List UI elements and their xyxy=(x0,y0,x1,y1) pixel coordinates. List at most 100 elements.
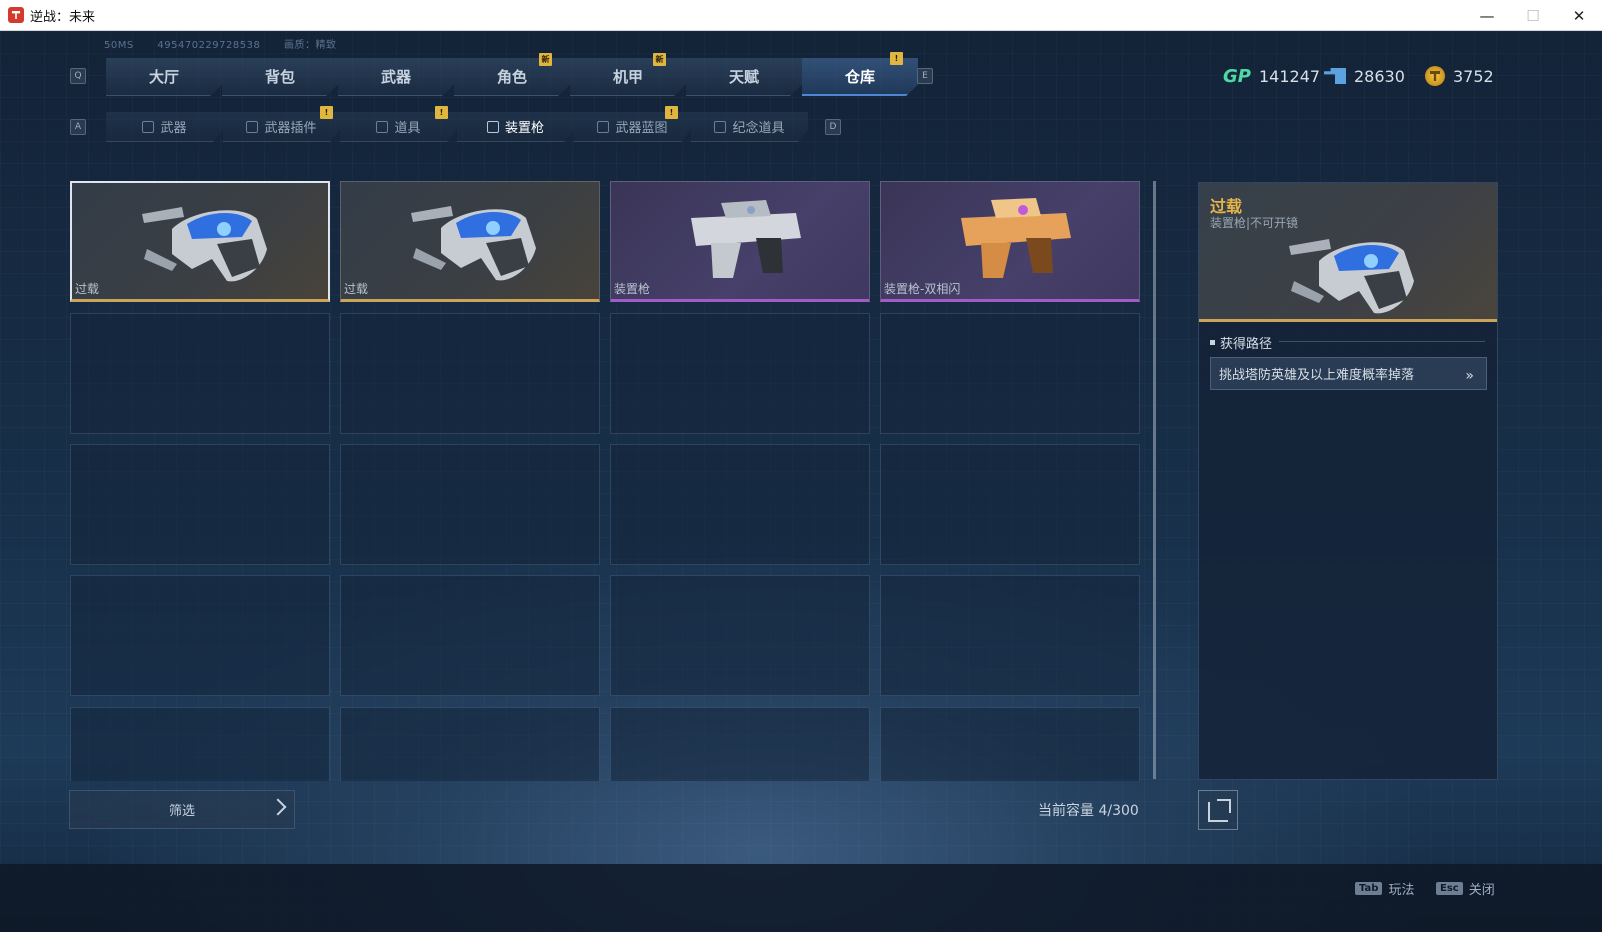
item-name: 过载 xyxy=(75,282,100,296)
ping-text: 50MS xyxy=(104,40,134,51)
tab-weapons[interactable]: 武器 xyxy=(338,58,454,96)
key-d-icon[interactable]: D xyxy=(825,119,841,135)
window-titlebar: 逆战：未来 — ☐ ✕ xyxy=(0,0,1602,31)
empty-slot[interactable] xyxy=(880,575,1140,696)
close-button[interactable]: ✕ xyxy=(1556,0,1602,31)
empty-slot[interactable] xyxy=(340,313,600,434)
item-slot[interactable]: 过载 xyxy=(340,181,600,302)
tab-label: 天赋 xyxy=(728,68,759,86)
subtab-weapons[interactable]: 武器 xyxy=(106,112,223,142)
gp-icon: GP xyxy=(1223,65,1251,87)
double-chevron-icon: » xyxy=(1465,368,1474,384)
tab-key-icon: Tab xyxy=(1355,882,1383,895)
key-e-icon[interactable]: E xyxy=(917,68,933,84)
item-slot[interactable]: 装置枪 xyxy=(610,181,870,302)
new-badge: 新 xyxy=(539,53,552,66)
capacity-text: 当前容量 4/300 xyxy=(1038,803,1139,819)
minimize-button[interactable]: — xyxy=(1464,0,1510,31)
tab-label: 机甲 xyxy=(612,68,643,86)
overload-gun-icon xyxy=(142,207,267,282)
empty-slot[interactable] xyxy=(340,707,600,781)
item-slot[interactable]: 装置枪-双相闪 xyxy=(880,181,1140,302)
chevron-right-icon xyxy=(269,798,287,816)
hint-label: 玩法 xyxy=(1388,883,1415,898)
item-slot[interactable]: 过载 xyxy=(70,181,330,302)
tab-talent[interactable]: 天赋 xyxy=(686,58,802,96)
key-q-icon[interactable]: Q xyxy=(70,68,86,84)
key-a-icon[interactable]: A xyxy=(70,119,86,135)
overload-gun-icon xyxy=(1289,239,1414,314)
detail-panel: 过载 装置枪|不可开镜 获得路径 挑战塔防英雄及以上难度概率掉落 » xyxy=(1198,182,1498,780)
source-row[interactable]: 挑战塔防英雄及以上难度概率掉落 » xyxy=(1210,357,1487,390)
currency-coin: 3752 xyxy=(1425,64,1494,88)
item-name: 装置枪 xyxy=(614,282,651,296)
window-title: 逆战：未来 xyxy=(30,9,96,25)
grenade-icon xyxy=(376,121,388,133)
subtab-label: 纪念道具 xyxy=(732,121,785,136)
blueprint-icon xyxy=(597,121,609,133)
empty-slot[interactable] xyxy=(340,575,600,696)
empty-slot[interactable] xyxy=(340,444,600,565)
subtab-souvenirs[interactable]: 纪念道具 xyxy=(691,112,808,142)
info-line: 50MS 495470229728538 画质：精致 xyxy=(104,36,357,51)
main-tabs: 大厅 背包 武器 角色 机甲 天赋 仓库 xyxy=(106,58,918,96)
subtab-label: 武器插件 xyxy=(264,121,317,136)
empty-slot[interactable] xyxy=(610,444,870,565)
share-button[interactable] xyxy=(1198,790,1238,830)
empty-slot[interactable] xyxy=(880,444,1140,565)
esc-key-icon: Esc xyxy=(1436,882,1463,895)
section-heading: 获得路径 xyxy=(1210,333,1272,352)
tab-backpack[interactable]: 背包 xyxy=(222,58,338,96)
currency-ticket: 28630 xyxy=(1324,64,1405,88)
detail-header: 过载 装置枪|不可开镜 xyxy=(1199,183,1497,322)
alert-badge: ! xyxy=(890,52,903,65)
new-badge: 新 xyxy=(653,53,666,66)
empty-slot[interactable] xyxy=(880,707,1140,781)
item-grid: 过载 过载 装置枪 装置枪-双相闪 xyxy=(70,181,1140,781)
ticket-icon xyxy=(1324,68,1346,84)
window-controls: — ☐ ✕ xyxy=(1464,0,1602,31)
empty-slot[interactable] xyxy=(70,707,330,781)
ticket-value: 28630 xyxy=(1354,66,1405,86)
tab-label: 大厅 xyxy=(148,68,179,86)
filter-label: 筛选 xyxy=(168,804,195,819)
empty-slot[interactable] xyxy=(70,444,330,565)
filter-button[interactable]: 筛选 xyxy=(69,790,295,829)
overload-gun-icon xyxy=(411,206,536,281)
gp-value: 141247 xyxy=(1258,66,1321,86)
empty-slot[interactable] xyxy=(610,313,870,434)
alert-badge: ! xyxy=(320,106,333,119)
empty-slot[interactable] xyxy=(70,313,330,434)
empty-slot[interactable] xyxy=(70,575,330,696)
coin-value: 3752 xyxy=(1453,66,1494,86)
maximize-button[interactable]: ☐ xyxy=(1510,0,1556,31)
item-name: 装置枪-双相闪 xyxy=(884,282,961,296)
empty-slot[interactable] xyxy=(610,707,870,781)
empty-slot[interactable] xyxy=(880,313,1140,434)
device-gun-icon xyxy=(691,200,801,278)
hint-esc[interactable]: Esc 关闭 xyxy=(1436,879,1495,898)
tab-characters[interactable]: 角色 xyxy=(454,58,570,96)
source-text: 挑战塔防英雄及以上难度概率掉落 xyxy=(1219,368,1415,383)
subtab-label: 武器 xyxy=(160,121,187,136)
tab-label: 背包 xyxy=(264,68,295,86)
item-name: 过载 xyxy=(344,282,369,296)
hint-tab[interactable]: Tab 玩法 xyxy=(1355,879,1414,898)
quality-text: 画质：精致 xyxy=(284,40,337,51)
tab-label: 仓库 xyxy=(844,67,875,86)
rifle-icon xyxy=(142,121,154,133)
grid-scrollbar[interactable] xyxy=(1153,181,1156,779)
hint-label: 关闭 xyxy=(1468,883,1495,898)
subtab-label: 武器蓝图 xyxy=(615,121,668,136)
device-gun-icon xyxy=(487,121,499,133)
alert-badge: ! xyxy=(435,106,448,119)
subtab-label: 道具 xyxy=(394,121,421,136)
tab-mech[interactable]: 机甲 xyxy=(570,58,686,96)
uid-text: 495470229728538 xyxy=(157,40,261,51)
subtab-device-gun[interactable]: 装置枪 xyxy=(457,112,574,142)
app-icon xyxy=(8,7,24,23)
coin-icon xyxy=(1425,66,1445,86)
tab-lobby[interactable]: 大厅 xyxy=(106,58,222,96)
tab-label: 角色 xyxy=(496,68,527,86)
empty-slot[interactable] xyxy=(610,575,870,696)
